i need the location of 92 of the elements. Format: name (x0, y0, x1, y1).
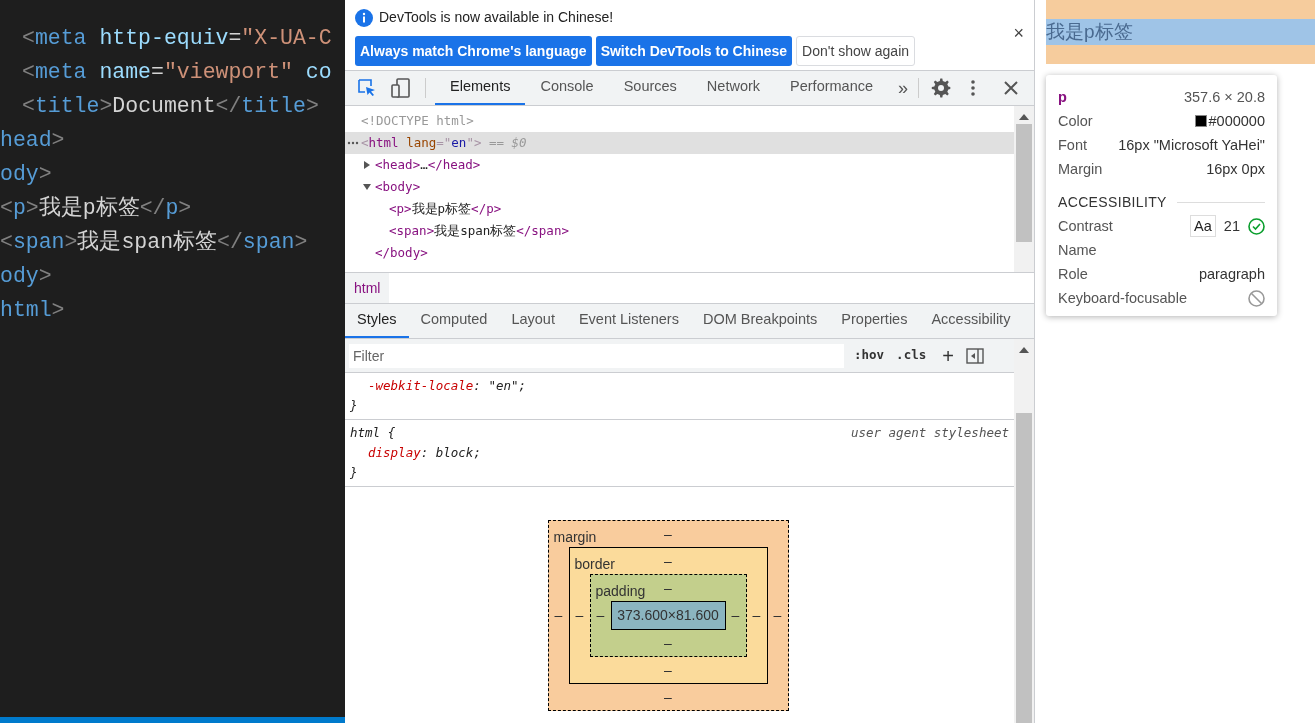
info-bar-button[interactable]: Switch DevTools to Chinese (595, 36, 793, 66)
tooltip-label: Color (1058, 112, 1093, 131)
style-property[interactable]: -webkit-locale: "en"; (368, 378, 527, 393)
rule-brace: } (350, 398, 358, 413)
paragraph-text: 我是p标签 (1046, 19, 1315, 45)
scroll-up-icon[interactable] (1019, 114, 1029, 120)
tooltip-value: #000000 (1208, 112, 1265, 131)
box-value: – (664, 551, 672, 571)
sidebar-tab[interactable]: Layout (499, 304, 567, 338)
panel-tab[interactable]: Performance (775, 71, 889, 105)
panel-tab[interactable]: Console (525, 71, 609, 105)
dom-node[interactable]: </body> (345, 242, 1014, 264)
tooltip-size: 357.6 × 20.8 (1183, 88, 1265, 107)
dom-node[interactable]: <p>我是p标签</p> (345, 198, 1014, 220)
content-box: 373.600×81.600 (610, 601, 726, 630)
box-value: – (574, 606, 585, 625)
box-label: border (574, 555, 615, 574)
box-value: – (664, 633, 672, 653)
box-value: – (664, 578, 672, 598)
box-value: – (772, 606, 783, 625)
tooltip-label: Margin (1058, 160, 1103, 179)
sidebar-tab[interactable]: Properties (829, 304, 920, 338)
rule-source: user agent stylesheet (850, 424, 1009, 442)
scroll-up-icon[interactable] (1019, 347, 1029, 353)
panel-tab[interactable]: Elements (435, 71, 526, 105)
code-line: <span>我是span标签</span> (0, 228, 308, 256)
rule-selector: html { (350, 424, 396, 442)
tooltip-label: Keyboard-focusable (1058, 289, 1187, 308)
inspect-icon[interactable] (357, 78, 377, 98)
tooltip-label: Name (1058, 241, 1097, 260)
code-line: <meta http-equiv="X-UA-C (22, 24, 332, 52)
cls-button[interactable]: .cls (896, 346, 927, 365)
code-line: html> (0, 296, 65, 324)
sidebar-toggle-icon[interactable] (965, 347, 984, 364)
tooltip-tag: p (1058, 85, 1067, 109)
box-value: – (664, 524, 672, 544)
panel-tab[interactable]: Sources (608, 71, 692, 105)
breadcrumb-item[interactable]: html (345, 273, 390, 303)
contrast-sample: Aa (1190, 215, 1216, 237)
close-icon[interactable] (1004, 81, 1019, 95)
info-bar-button[interactable]: Don't show again (796, 36, 916, 66)
section-heading: ACCESSIBILITY (1058, 193, 1167, 212)
tooltip-value: 16px "Microsoft YaHei" (1118, 136, 1265, 155)
box-value: – (664, 687, 672, 707)
info-icon (355, 8, 373, 27)
tooltip-label: Font (1058, 136, 1087, 155)
tooltip-value: 16px 0px (1206, 160, 1265, 179)
code-line: ody> (0, 262, 52, 290)
box-value: – (553, 606, 564, 625)
box-value: – (595, 606, 606, 625)
new-rule-button[interactable]: + (942, 345, 954, 366)
dom-node[interactable]: <body> (345, 176, 1014, 198)
collapsed-triangle-icon[interactable] (363, 161, 371, 169)
hov-button[interactable]: :hov (854, 346, 885, 365)
expanded-triangle-icon[interactable] (363, 183, 371, 191)
dom-node[interactable]: <html lang="en"> == $0 (345, 132, 1014, 154)
box-value: – (751, 606, 762, 625)
box-value: – (730, 606, 741, 625)
code-line: <p>我是p标签</p> (0, 194, 192, 222)
code-line: head> (0, 126, 65, 154)
box-value: – (664, 660, 672, 680)
info-bar-button[interactable]: Always match Chrome's language (355, 36, 592, 66)
more-options-icon[interactable] (971, 80, 976, 96)
scrollbar-thumb[interactable] (1016, 413, 1032, 723)
rule-brace: } (350, 465, 358, 480)
box-label: padding (595, 582, 646, 601)
sidebar-tab[interactable]: Accessibility (919, 304, 1023, 338)
more-tabs-button[interactable]: » (898, 74, 909, 102)
check-icon (1248, 217, 1265, 235)
code-line: <meta name="viewport" co (22, 58, 332, 86)
sidebar-tab[interactable]: Event Listeners (566, 304, 691, 338)
tooltip-value: paragraph (1198, 265, 1265, 284)
close-button[interactable]: × (1013, 24, 1024, 42)
tooltip-label: Contrast (1058, 217, 1113, 236)
tooltip-label: Role (1058, 265, 1088, 284)
box-label: margin (553, 528, 597, 547)
no-entry-icon (1248, 289, 1265, 307)
dom-node[interactable]: <head>…</head> (345, 154, 1014, 176)
filter-field[interactable]: Filter (349, 343, 844, 368)
node-menu-icon[interactable] (347, 141, 359, 145)
settings-icon[interactable] (931, 78, 952, 98)
device-icon[interactable] (391, 78, 411, 98)
sidebar-tab[interactable]: DOM Breakpoints (690, 304, 830, 338)
sidebar-tab[interactable]: Computed (408, 304, 500, 338)
code-line: <title>Document</title> (22, 92, 319, 120)
info-message: DevTools is now available in Chinese! (379, 8, 614, 27)
contrast-ratio: 21 (1223, 217, 1240, 236)
panel-tab[interactable]: Network (691, 71, 776, 105)
dom-node[interactable]: <span>我是span标签</span> (345, 220, 1014, 242)
scrollbar-thumb[interactable] (1016, 124, 1032, 242)
code-line: ody> (0, 160, 52, 188)
style-property[interactable]: display: block; (368, 445, 481, 460)
